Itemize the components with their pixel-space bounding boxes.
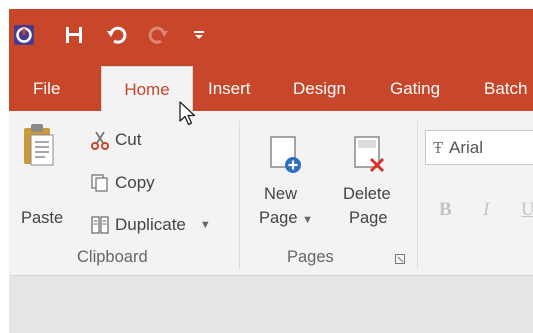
group-divider — [417, 121, 418, 269]
title-bar — [9, 9, 533, 66]
paste-icon — [24, 124, 54, 166]
mouse-cursor-icon — [179, 101, 196, 126]
bold-button[interactable]: B — [439, 199, 452, 221]
tab-insert[interactable]: Insert — [208, 66, 251, 111]
redo-icon[interactable] — [144, 22, 172, 48]
customize-qat-icon[interactable] — [191, 22, 207, 48]
italic-button[interactable]: I — [483, 199, 489, 221]
group-divider — [239, 121, 240, 269]
delete-page-button[interactable]: Delete Page — [339, 125, 403, 245]
app-icon[interactable] — [11, 22, 37, 48]
ribbon-panel: Paste Cut Copy Duplicate ▼ Clipboard New… — [9, 111, 533, 276]
save-icon[interactable] — [61, 22, 87, 48]
pages-dialog-launcher-icon[interactable] — [395, 251, 405, 269]
font-name-value: Arial — [449, 137, 484, 157]
new-page-button[interactable]: New Page ▼ — [255, 125, 313, 245]
delete-page-label-line2: Page — [349, 209, 388, 227]
underline-button[interactable]: U — [521, 199, 533, 221]
duplicate-label: Duplicate — [115, 215, 186, 234]
app-window: File Home Insert Design Gating Batch Pas… — [9, 9, 533, 333]
delete-page-icon — [354, 136, 385, 173]
new-page-label-line1: New — [264, 185, 298, 203]
ribbon-tab-strip: File Home Insert Design Gating Batch — [9, 66, 533, 112]
delete-page-label-line1: Delete — [343, 185, 391, 203]
cut-label: Cut — [115, 130, 142, 149]
tab-gating[interactable]: Gating — [390, 66, 440, 111]
tab-batch[interactable]: Batch — [484, 66, 527, 111]
tab-file[interactable]: File — [33, 66, 60, 111]
new-page-label-line2: Page ▼ — [259, 209, 314, 227]
undo-icon[interactable] — [103, 22, 131, 48]
copy-button[interactable]: Copy — [89, 170, 155, 196]
copy-icon — [89, 172, 111, 194]
copy-label: Copy — [115, 173, 155, 192]
font-type-icon: Ŧ — [433, 138, 444, 157]
duplicate-dropdown-icon[interactable]: ▼ — [200, 219, 211, 231]
cut-button[interactable]: Cut — [89, 127, 141, 153]
clipboard-group-label: Clipboard — [77, 248, 148, 266]
duplicate-button[interactable]: Duplicate ▼ — [89, 212, 211, 238]
scissors-icon — [89, 129, 111, 151]
tab-design[interactable]: Design — [293, 66, 346, 111]
new-page-dropdown-icon[interactable]: ▼ — [302, 214, 313, 226]
document-area — [9, 276, 533, 333]
paste-button[interactable]: Paste — [17, 123, 63, 227]
pages-group-label: Pages — [287, 248, 334, 266]
paste-label: Paste — [21, 209, 64, 227]
new-page-icon — [270, 136, 301, 173]
font-name-combobox[interactable]: Ŧ Arial — [425, 130, 533, 165]
duplicate-icon — [89, 214, 111, 236]
